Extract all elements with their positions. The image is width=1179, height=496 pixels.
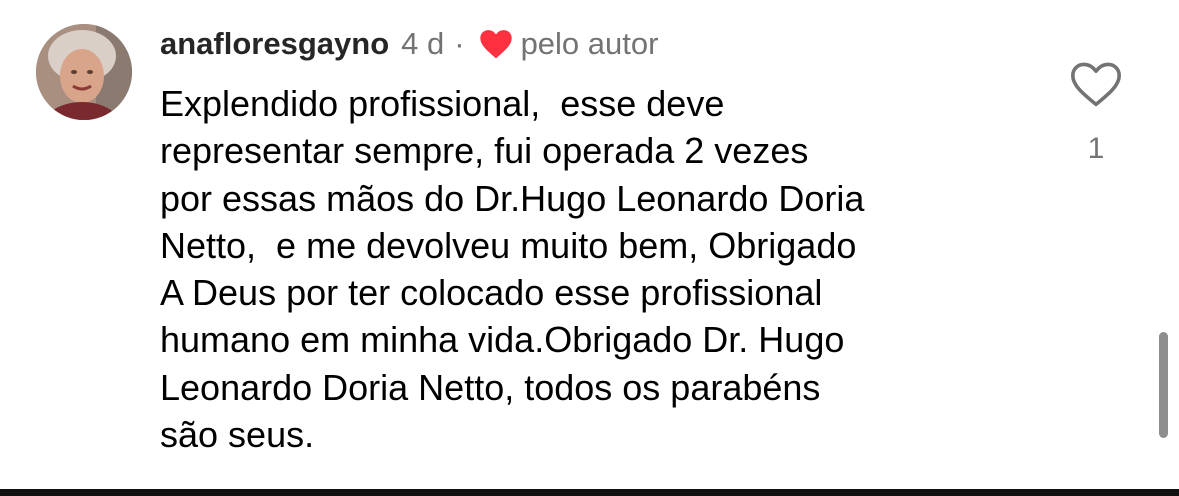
heart-outline-icon	[1071, 62, 1121, 107]
bottom-divider	[0, 489, 1179, 496]
scrollbar[interactable]	[1159, 332, 1168, 438]
timestamp: 4 d	[401, 26, 445, 61]
liked-by-author-label: pelo autor	[520, 26, 659, 61]
avatar[interactable]	[36, 24, 132, 120]
like-button[interactable]	[1070, 62, 1122, 108]
avatar-image	[36, 24, 132, 120]
comment: anafloresgayno 4 d · pelo autor Explendi…	[0, 0, 1179, 490]
like-count[interactable]: 1	[1088, 132, 1105, 166]
like-column: 1	[1060, 62, 1132, 166]
heart-filled-icon	[479, 29, 513, 59]
username-link[interactable]: anafloresgayno	[160, 26, 389, 62]
comment-header: anafloresgayno 4 d · pelo autor	[160, 24, 658, 64]
comment-text: Explendido profissional, esse deve repre…	[160, 83, 865, 456]
separator-dot: ·	[454, 26, 465, 61]
